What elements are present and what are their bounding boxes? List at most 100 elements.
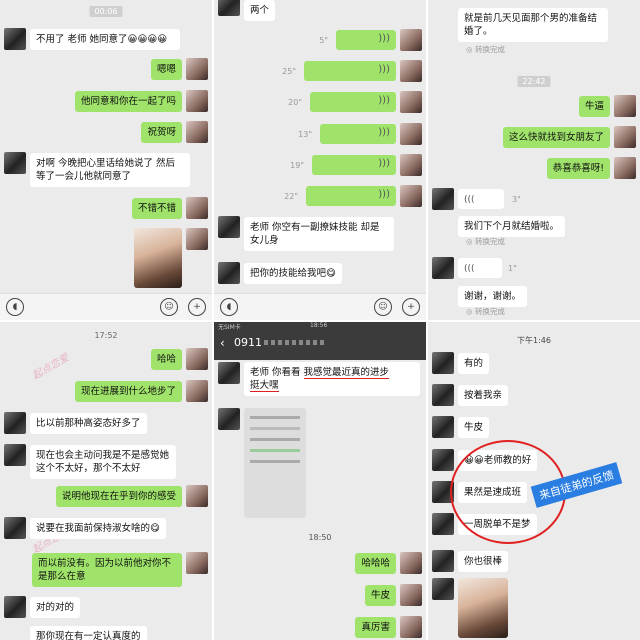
avatar [218, 216, 240, 238]
chat-panel-4: 17:52 起点恋爱 起点恋爱 哈哈 现在进展到什么地步了 比以前那种高姿态好多… [0, 322, 212, 640]
message-bubble: 有的 [458, 353, 490, 374]
message-bubble: 哈哈 [150, 349, 182, 370]
avatar [400, 29, 422, 51]
voice-message[interactable]: ))) [312, 155, 396, 175]
voice-duration: 19" [290, 161, 304, 170]
avatar [218, 408, 240, 430]
transcribe-status: ◎ 转换完成 [466, 307, 505, 316]
message-bubble: 牛皮 [458, 417, 490, 438]
avatar [186, 197, 208, 219]
input-bar: ◖ ☺ + [0, 293, 212, 320]
chat-panel-3: 就是前几天见面那个男的准备结婚了。 ◎ 转换完成 22:42 牛逼 这么快就找到… [428, 0, 640, 320]
message-bubble: 对的对的 [30, 597, 81, 618]
avatar [218, 0, 240, 16]
avatar [432, 416, 454, 438]
timestamp: 22:42 [517, 76, 551, 87]
timestamp: 下午1:46 [517, 336, 551, 345]
screenshot-thumbnail[interactable] [244, 408, 306, 518]
message-bubble: 按着我亲 [458, 385, 509, 406]
voice-wave-icon: ))) [378, 127, 390, 138]
message-bubble: 牛皮 [364, 585, 396, 606]
message-bubble: 祝贺呀 [141, 122, 182, 143]
avatar [186, 90, 208, 112]
photo-message[interactable] [134, 228, 182, 288]
avatar [614, 95, 636, 117]
watermark: 起点恋爱 [30, 352, 72, 382]
voice-message[interactable]: ((( [458, 189, 504, 209]
voice-duration: 20" [288, 98, 302, 107]
voice-message[interactable]: ((( [458, 258, 502, 278]
timestamp: 18:50 [308, 533, 332, 542]
avatar [400, 552, 422, 574]
voice-duration: 5" [319, 36, 328, 45]
emoji-icon[interactable]: ☺ [160, 298, 178, 316]
voice-message[interactable]: ))) [310, 92, 396, 112]
avatar [186, 380, 208, 402]
message-bubble: 谢谢，谢谢。 [458, 286, 528, 307]
message-bubble: 现在进展到什么地步了 [74, 381, 182, 402]
avatar [186, 121, 208, 143]
voice-wave-icon: ))) [378, 189, 390, 200]
transcribe-status: ◎ 转换完成 [466, 45, 505, 54]
voice-toggle-icon[interactable]: ◖ [220, 298, 238, 316]
avatar [400, 91, 422, 113]
highlighted-text: 挺大嘿 [250, 380, 279, 392]
message-bubble: 我们下个月就结婚啦。 [458, 216, 566, 237]
chat-header: 无SIM卡 18:56 ‹ 0911 [214, 322, 426, 360]
voice-toggle-icon[interactable]: ◖ [6, 298, 24, 316]
message-bubble: 不用了 老师 她同意了😀😀😀😀 [30, 29, 180, 50]
avatar [400, 154, 422, 176]
timestamp: 00:06 [89, 6, 123, 17]
chat-title: 0911 [234, 336, 262, 349]
avatar [400, 60, 422, 82]
message-bubble: 比以前那种高姿态好多了 [30, 413, 147, 434]
emoji-icon[interactable]: ☺ [374, 298, 392, 316]
chat-panel-6: 下午1:46 有的 按着我亲 牛皮 😀😀老师教的好 果然是速成班 一周脱单不是梦… [428, 322, 640, 640]
message-bubble: 牛逼 [578, 96, 610, 117]
plus-icon[interactable]: + [188, 298, 206, 316]
back-arrow-icon[interactable]: ‹ [220, 336, 225, 350]
voice-message[interactable]: ))) [304, 61, 396, 81]
voice-message[interactable]: ))) [320, 124, 396, 144]
message-bubble: 现在也会主动问我是不是感觉她这个不太好，那个不太好 [30, 445, 176, 479]
avatar [432, 550, 454, 572]
message-bubble: 不错不错 [131, 198, 182, 219]
voice-wave-icon: ))) [378, 95, 390, 106]
avatar [218, 262, 240, 284]
redacted-name [264, 340, 324, 345]
avatar [4, 596, 26, 618]
avatar [218, 362, 240, 384]
voice-duration: 3" [512, 195, 521, 204]
message-bubble: 你也很棒 [458, 551, 509, 572]
plus-icon[interactable]: + [402, 298, 420, 316]
voice-message[interactable]: ))) [336, 30, 396, 50]
message-bubble: 就是前几天见面那个男的准备结婚了。 [458, 8, 608, 42]
voice-message[interactable]: ))) [306, 186, 396, 206]
message-bubble: 这么快就找到女朋友了 [502, 127, 610, 148]
avatar [432, 352, 454, 374]
chat-panel-5: 无SIM卡 18:56 ‹ 0911 老师 你看看 我感觉最近真的进步 挺大嘿 … [214, 322, 426, 640]
chat-panel-1: 00:06 不用了 老师 她同意了😀😀😀😀 嗯嗯 他同意和你在一起了吗 祝贺呀 … [0, 0, 212, 320]
avatar [432, 188, 454, 210]
avatar [614, 157, 636, 179]
avatar [432, 449, 454, 471]
avatar [400, 584, 422, 606]
voice-wave-icon: ((( [464, 195, 475, 205]
avatar [400, 185, 422, 207]
avatar [400, 123, 422, 145]
voice-wave-icon: ))) [378, 158, 390, 169]
photo-message[interactable] [458, 578, 508, 638]
voice-wave-icon: ((( [464, 264, 475, 274]
avatar [4, 152, 26, 174]
avatar [4, 517, 26, 539]
avatar [4, 444, 26, 466]
avatar [400, 616, 422, 638]
avatar [186, 58, 208, 80]
voice-duration: 22" [284, 192, 298, 201]
timestamp: 17:52 [94, 331, 118, 340]
message-bubble: 嗯嗯 [150, 59, 182, 80]
message-bubble: 那你现在有一定认真度的 [30, 626, 147, 640]
avatar [4, 412, 26, 434]
message-bubble: 恭喜恭喜呀! [546, 158, 610, 179]
avatar [186, 485, 208, 507]
